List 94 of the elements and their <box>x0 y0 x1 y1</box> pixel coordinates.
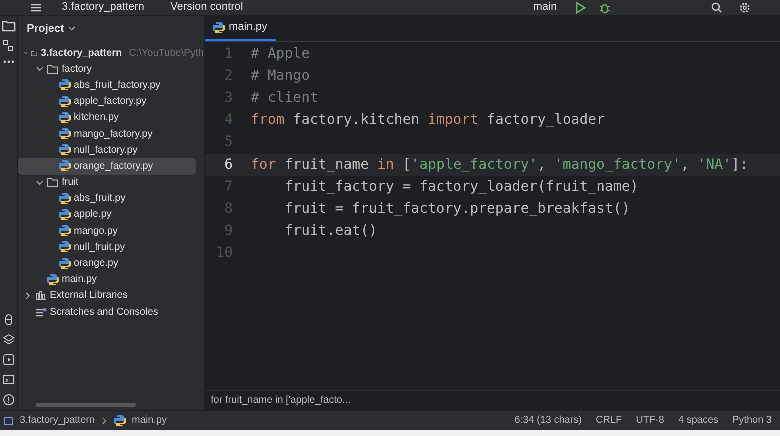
run-icon[interactable] <box>575 2 588 14</box>
python-file-icon <box>114 414 126 426</box>
more-icon[interactable] <box>2 60 14 64</box>
tree-item-row[interactable]: kitchen.py <box>18 110 204 126</box>
tree-item-label: 3.factory_pattern <box>40 46 122 61</box>
search-icon[interactable] <box>711 2 724 14</box>
breadcrumb-separator-icon <box>101 416 108 424</box>
tree-item-row[interactable]: 3.factory_pattern C:\YouTube\Pyth <box>18 45 204 62</box>
library-icon <box>35 290 47 302</box>
tree-item-label: orange_factory.py <box>74 160 154 174</box>
python-file-icon <box>213 22 225 34</box>
status-item[interactable]: Python 3 <box>728 413 776 428</box>
settings-icon[interactable] <box>739 2 752 14</box>
chevron-right-icon[interactable] <box>24 292 32 300</box>
folder-icon[interactable] <box>2 20 16 32</box>
structure-icon[interactable] <box>2 40 14 52</box>
python-file-icon <box>59 208 71 221</box>
project-switcher[interactable]: 3.factory_pattern <box>62 0 145 16</box>
warning-icon[interactable] <box>2 394 14 406</box>
tree-item-label: Scratches and Consoles <box>50 306 158 320</box>
python-file-icon <box>59 225 71 238</box>
code-line: # client <box>251 88 318 108</box>
status-item[interactable]: 4 spaces <box>674 413 723 428</box>
python-file-icon <box>59 79 71 92</box>
tree-item-row[interactable]: fruit <box>18 174 204 191</box>
tree-item-label: kitchen.py <box>74 111 120 126</box>
tree-item-label: factory <box>62 62 92 77</box>
scratches-icon <box>35 306 47 318</box>
status-item[interactable]: CRLF <box>592 413 626 428</box>
tree-item-label: mango_factory.py <box>74 128 153 142</box>
tree-item-row[interactable]: Scratches and Consoles <box>18 304 204 320</box>
vcs-menu[interactable]: Version control <box>170 0 244 16</box>
chevron-down-icon[interactable] <box>36 65 44 74</box>
python-file-icon <box>59 192 71 205</box>
tree-item-row[interactable]: null_fruit.py <box>18 239 204 256</box>
tree-item-label: null_factory.py <box>74 144 138 158</box>
tree-item-label: apple.py <box>74 208 112 222</box>
python-file-icon <box>59 160 71 172</box>
panel-title[interactable]: Project <box>27 20 64 38</box>
menu-icon[interactable] <box>30 2 42 12</box>
python-file-icon <box>47 274 59 286</box>
python-file-icon <box>59 241 71 254</box>
layers-icon[interactable] <box>2 334 14 346</box>
module-icon <box>4 416 14 426</box>
folder-icon <box>47 177 59 188</box>
tree-item-row[interactable]: External Libraries <box>18 288 204 304</box>
tree-item-row[interactable]: orange.py <box>18 255 204 272</box>
python-file-icon <box>59 144 71 156</box>
status-item[interactable]: UTF-8 <box>632 413 668 428</box>
terminal-icon[interactable] <box>2 374 14 386</box>
chevron-down-icon[interactable] <box>68 26 76 32</box>
tree-item-label: orange.py <box>74 257 118 272</box>
tree-item-row[interactable]: factory <box>18 61 204 78</box>
python-file-icon <box>59 96 71 108</box>
scrollbar[interactable] <box>36 403 136 407</box>
sticky-line-hint: for fruit_name in ['apple_facto... <box>211 394 351 408</box>
code-line: # Mango <box>251 66 310 86</box>
tree-item-row[interactable]: abs_fruit_factory.py <box>18 77 204 94</box>
tree-item-row[interactable]: mango.py <box>18 223 204 240</box>
python-file-icon <box>59 258 71 270</box>
tree-item-label: abs_fruit.py <box>74 192 126 206</box>
line-number: 6 <box>224 156 233 175</box>
tree-item-label: null_fruit.py <box>74 240 126 255</box>
tree-item-label: apple_factory.py <box>74 95 147 110</box>
tree-item-row[interactable]: main.py <box>18 272 204 288</box>
tree-item-selected[interactable]: orange_factory.py <box>18 158 196 174</box>
chevron-down-icon[interactable] <box>36 178 44 187</box>
editor-tab[interactable]: main.py <box>205 16 276 41</box>
python-file-icon <box>59 112 71 124</box>
python-file-icon <box>59 128 71 140</box>
tree-item-row[interactable]: mango_factory.py <box>18 126 204 142</box>
code-line: for fruit_name in ['apple_factory', 'mango_factory', 'NA']: <box>251 156 748 175</box>
project-path: C:\YouTube\Pyth <box>129 46 204 61</box>
tree-item-row[interactable]: apple.py <box>18 206 204 224</box>
status-item[interactable]: 6:34 (13 chars) <box>510 413 586 428</box>
breadcrumb[interactable]: 3.factory_pattern <box>20 413 96 428</box>
tree-item-label: main.py <box>62 273 98 288</box>
tree-item-label: abs_fruit_factory.py <box>74 78 161 93</box>
tree-item-label: mango.py <box>74 224 118 239</box>
code-line: fruit = fruit_factory.prepare_breakfast() <box>284 200 630 219</box>
bug-icon[interactable] <box>599 2 612 14</box>
tree-item-label: External Libraries <box>50 289 128 304</box>
breadcrumb[interactable]: main.py <box>132 413 168 428</box>
tree-item-row[interactable]: null_factory.py <box>18 142 204 158</box>
code-line: fruit_factory = factory_loader(fruit_name) <box>284 178 639 197</box>
branch-switcher[interactable]: main <box>533 0 558 16</box>
play-icon[interactable] <box>2 354 14 366</box>
folder-icon <box>47 64 59 75</box>
code-line: from factory.kitchen import factory_loader <box>251 111 606 130</box>
code-line: fruit.eat() <box>284 222 378 242</box>
tree-item-row[interactable]: abs_fruit.py <box>18 190 204 207</box>
tree-item-row[interactable]: apple_factory.py <box>18 94 204 110</box>
tree-item-label: fruit <box>62 176 79 190</box>
code-line: # Apple <box>251 44 310 64</box>
